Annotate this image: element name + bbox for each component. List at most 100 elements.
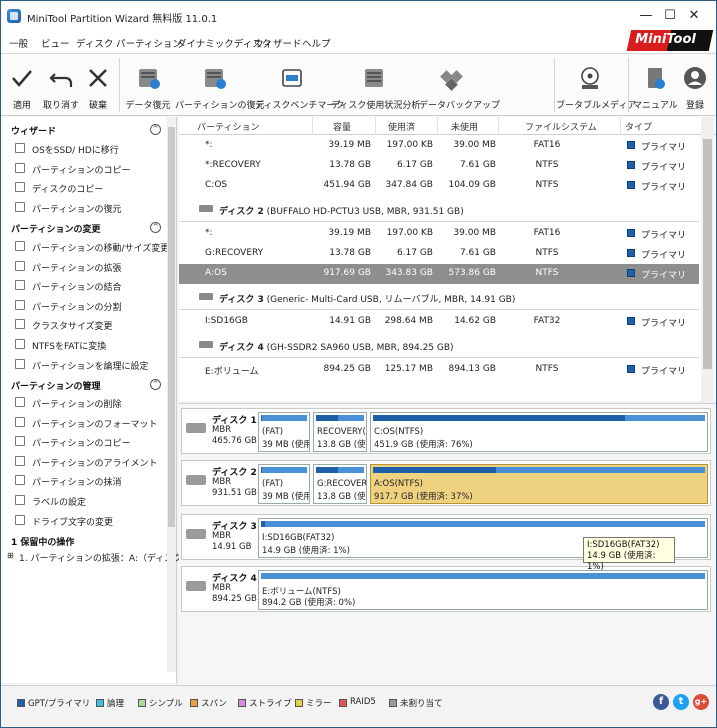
table-cell: NTFS — [535, 268, 559, 278]
manage-item[interactable]: ラベルの設定 — [15, 493, 165, 509]
usage-fill — [261, 521, 266, 527]
table-cell: プライマリ — [641, 271, 687, 281]
table-row[interactable]: *: 39.19 MB 197.00 KB 39.00 MB FAT16 プライマリ — [179, 224, 699, 244]
table-cell: 13.78 GB — [329, 248, 371, 258]
disk-header-row[interactable]: ディスク 4 (GH-SSDR2 SA960 USB, MBR, 894.25 … — [179, 336, 699, 358]
manage-item[interactable]: パーティションのアライメント — [15, 454, 165, 470]
maximize-button[interactable]: ☐ — [661, 7, 679, 25]
col-unused[interactable]: 未使用 — [451, 120, 478, 133]
space-analyzer-button[interactable]: ディスク使用状況分析 — [331, 54, 420, 116]
wizard-item[interactable]: OSをSSD/ HDに移行 — [15, 141, 165, 157]
discard-button[interactable]: 破棄 — [81, 54, 115, 116]
wizard-item[interactable]: ディスクのコピー — [15, 180, 165, 196]
col-filesystem[interactable]: ファイルシステム — [525, 120, 597, 133]
google-plus-icon[interactable]: g+ — [693, 694, 709, 710]
change-item[interactable]: パーティションの移動/サイズ変更 — [15, 239, 169, 255]
app-window: MiniTool Partition Wizard 無料版 11.0.1 — ☐… — [0, 0, 717, 728]
disk-type: MBR — [212, 425, 232, 435]
table-row[interactable]: C:OS 451.94 GB 347.84 GB 104.09 GB NTFS プライマリ — [179, 176, 699, 196]
partition-block[interactable]: (FAT) 39 MB (使用 — [258, 464, 310, 504]
register-button[interactable]: 登録 — [677, 54, 713, 116]
col-type[interactable]: タイプ — [625, 120, 652, 133]
table-scrollbar[interactable] — [701, 117, 714, 401]
table-cell: NTFS — [535, 160, 559, 170]
disk-map-row[interactable]: ディスク 2 MBR 931.51 GB (FAT) 39 MB (使用 G:RECOVE… — [181, 460, 711, 506]
disk-map-row[interactable]: ディスク 1 MBR 465.76 GB (FAT) 39 MB (使用 RECOVERY… — [181, 408, 711, 454]
partition-block[interactable]: G:RECOVER 13.8 GB (使 — [313, 464, 367, 504]
undo-icon — [49, 73, 73, 87]
change-item[interactable]: パーティションの結合 — [15, 278, 165, 294]
menu-disk[interactable]: ディスク — [76, 36, 113, 50]
partition-tooltip: I:SD16GB(FAT32) 14.9 GB (使用済: 1%) — [583, 537, 675, 572]
manage-item[interactable]: パーティションの削除 — [15, 395, 165, 411]
change-item[interactable]: パーティションの拡張 — [15, 259, 165, 275]
minimize-button[interactable]: — — [637, 7, 655, 25]
facebook-icon[interactable]: f — [653, 694, 669, 710]
partition-block[interactable]: A:OS(NTFS) 917.7 GB (使用済: 37%) — [370, 464, 708, 504]
partition-recovery-button[interactable]: パーティションの復元 — [175, 54, 264, 116]
disk-header-row[interactable]: ディスク 2 (BUFFALO HD-PCTU3 USB, MBR, 931.5… — [179, 200, 699, 222]
collapse-icon[interactable]: ^ — [150, 379, 161, 390]
manage-item[interactable]: パーティションのフォーマット — [15, 415, 165, 431]
pending-title: 1 保留中の操作 — [11, 538, 75, 548]
menu-wizard[interactable]: ウィザード — [254, 36, 302, 50]
pending-operation[interactable]: ⊞ 1. パーティションの拡張：A:（ディスク 2... — [7, 549, 199, 565]
manual-button[interactable]: マニュアル — [633, 54, 678, 116]
twitter-icon[interactable]: t — [673, 694, 689, 710]
col-capacity[interactable]: 容量 — [333, 120, 351, 133]
partition-block[interactable]: RECOVERY( 13.8 GB (使 — [313, 412, 367, 452]
data-backup-icon — [440, 70, 463, 91]
legend-swatch — [238, 699, 246, 707]
disk-benchmark-button[interactable]: ディスクベンチマーク — [255, 54, 344, 116]
menu-help[interactable]: ヘルプ — [302, 36, 331, 50]
operation-icon — [15, 260, 25, 271]
partition-block[interactable]: E:ボリューム(NTFS) 894.2 GB (使用済: 0%) — [258, 570, 708, 610]
table-row[interactable]: *: 39.19 MB 197.00 KB 39.00 MB FAT16 プライマリ — [179, 136, 699, 156]
undo-button[interactable]: 取り消す — [41, 54, 81, 116]
change-item[interactable]: パーティションを論理に設定 — [15, 357, 165, 373]
close-button[interactable]: ✕ — [685, 7, 703, 25]
partition-label: I:SD16GB(FAT32) — [262, 533, 335, 543]
change-item[interactable]: NTFSをFATに変換 — [15, 337, 165, 353]
side-scrollbar[interactable] — [167, 117, 176, 672]
manage-item[interactable]: ドライブ文字の変更 — [15, 513, 165, 529]
table-cell: 6.17 GB — [396, 160, 433, 170]
partition-block[interactable]: (FAT) 39 MB (使用 — [258, 412, 310, 452]
menu-general[interactable]: 一般 — [9, 36, 28, 50]
partition-label: RECOVERY( — [317, 427, 366, 437]
apply-button[interactable]: 適用 — [5, 54, 39, 116]
wizard-item[interactable]: パーティションのコピー — [15, 161, 165, 177]
table-row[interactable]: *:RECOVERY 13.78 GB 6.17 GB 7.61 GB NTFS プライマ… — [179, 156, 699, 176]
usage-bar — [373, 467, 705, 473]
table-row[interactable]: G:RECOVERY 13.78 GB 6.17 GB 7.61 GB NTFS プライマ… — [179, 244, 699, 264]
disk-header-row[interactable]: ディスク 3 (Generic- Multi-Card USB, リムーバブル,… — [179, 288, 699, 310]
wizard-item[interactable]: パーティションの復元 — [15, 200, 165, 216]
col-used[interactable]: 使用済 — [388, 120, 415, 133]
collapse-icon[interactable]: ^ — [150, 222, 161, 233]
bootable-media-button[interactable]: ブータブルメディア — [556, 54, 636, 116]
partition-usage: 14.9 GB (使用済: 1%) — [262, 546, 350, 556]
menu-partition[interactable]: パーティション — [116, 36, 182, 50]
collapse-icon[interactable]: ^ — [150, 124, 161, 135]
menu-view[interactable]: ビュー — [41, 36, 70, 50]
partition-block[interactable]: C:OS(NTFS) 451.9 GB (使用済: 76%) — [370, 412, 708, 452]
data-recovery-button[interactable]: データ復元 — [123, 54, 173, 116]
legend-label: ミラー — [306, 699, 332, 709]
legend-label: 未割り当て — [400, 699, 443, 709]
table-cell: プライマリ — [641, 183, 687, 193]
table-row[interactable]: I:SD16GB 14.91 GB 298.64 MB 14.62 GB FAT32 プラ… — [179, 312, 699, 332]
manage-item[interactable]: パーティションのコピー — [15, 434, 165, 450]
change-item[interactable]: パーティションの分割 — [15, 298, 165, 314]
table-cell: 39.19 MB — [328, 140, 371, 150]
primary-type-icon — [627, 269, 635, 277]
table-row[interactable]: A:OS 917.69 GB 343.83 GB 573.86 GB NTFS プライマリ — [179, 264, 699, 284]
partition-usage: 13.8 GB (使 — [317, 440, 366, 450]
manage-item[interactable]: パーティションの抹消 — [15, 473, 165, 489]
table-row[interactable]: E:ボリューム 894.25 GB 125.17 MB 894.13 GB NTFS プラ… — [179, 360, 699, 380]
change-item[interactable]: クラスタサイズ変更 — [15, 317, 165, 333]
operation-icon — [15, 339, 25, 349]
legend-swatch — [96, 699, 104, 707]
data-backup-button[interactable]: データバックアップ — [419, 54, 500, 116]
col-partition[interactable]: パーティション — [197, 120, 259, 133]
legend-label: 論理 — [107, 699, 125, 709]
